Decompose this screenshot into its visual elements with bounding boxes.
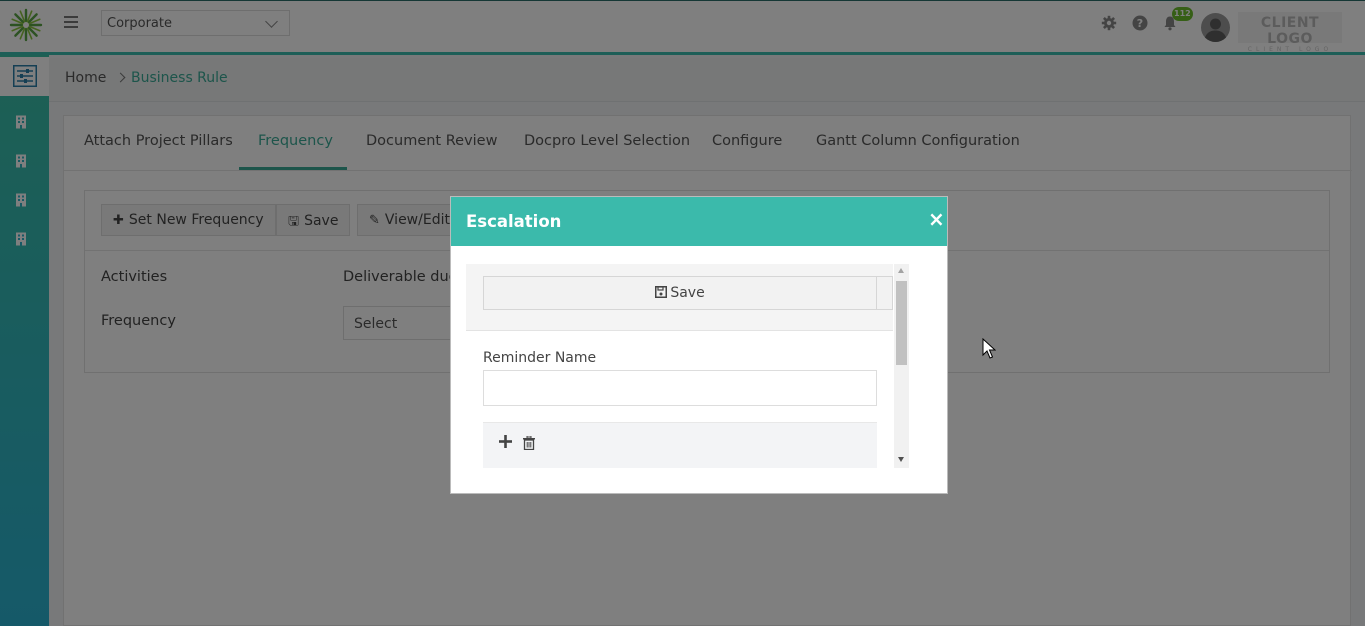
- scroll-down-arrow-icon[interactable]: [898, 457, 904, 462]
- add-icon[interactable]: [499, 435, 512, 448]
- mouse-cursor-icon: [982, 338, 996, 359]
- modal-body: Save Reminder Name: [466, 264, 909, 468]
- reminder-name-label: Reminder Name: [483, 350, 597, 366]
- escalation-modal: Escalation × Save Reminder Name: [450, 196, 948, 494]
- modal-header: Escalation ×: [451, 197, 947, 246]
- scroll-up-arrow-icon[interactable]: [898, 268, 904, 273]
- modal-toolbar: Save: [466, 264, 893, 331]
- modal-toolbar-extra-button[interactable]: [877, 276, 893, 310]
- floppy-icon: [655, 286, 668, 298]
- reminder-name-input[interactable]: [483, 370, 877, 406]
- modal-title: Escalation: [466, 212, 562, 231]
- modal-scrollbar[interactable]: [894, 264, 909, 468]
- trash-icon[interactable]: [523, 436, 535, 450]
- reminder-actions: [483, 422, 877, 468]
- modal-save-button[interactable]: Save: [483, 276, 877, 310]
- scrollbar-thumb[interactable]: [896, 281, 907, 365]
- modal-save-label: Save: [670, 285, 705, 301]
- close-icon[interactable]: ×: [928, 209, 945, 229]
